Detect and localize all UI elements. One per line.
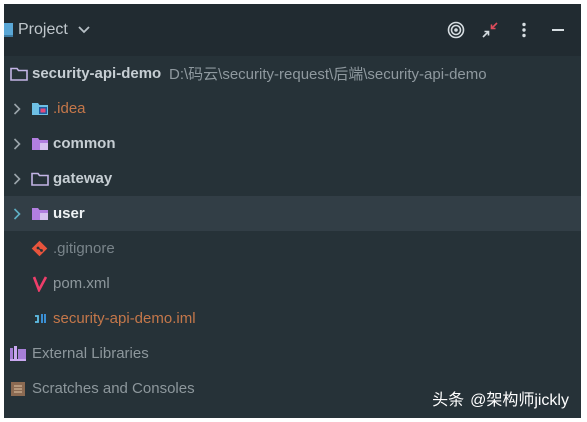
hide-window-button[interactable] (541, 13, 575, 47)
project-window-icon (4, 23, 13, 37)
tree-item-label: External Libraries (32, 345, 149, 362)
target-icon (447, 21, 465, 39)
chevron-down-icon (78, 26, 90, 34)
project-view-label: Project (18, 21, 68, 38)
chevron-right-icon (13, 103, 21, 115)
root-project-path: D:\码云\security-request\后端\security-api-d… (169, 66, 487, 83)
collapse-arrows-icon (482, 22, 498, 38)
tree-item-iml[interactable]: security-api-demo.iml (4, 301, 581, 336)
module-folder-icon (32, 138, 48, 150)
tree-item-gitignore[interactable]: .gitignore (4, 231, 581, 266)
project-tool-window: Project security-api-demo D:\码云\security… (4, 4, 581, 418)
idea-folder-icon (32, 103, 48, 115)
root-project-name: security-api-demo (32, 65, 162, 82)
chevron-right-icon (13, 208, 21, 220)
tree-item-label: gateway (53, 170, 113, 187)
chevron-right-icon (13, 173, 21, 185)
maven-icon (32, 276, 48, 292)
tree-item-label: user (53, 205, 85, 222)
tree-item-external-libraries[interactable]: External Libraries (4, 336, 581, 371)
watermark: 头条 @架构师jickly (432, 386, 569, 410)
options-menu-button[interactable] (507, 13, 541, 47)
tree-item-label: .gitignore (53, 240, 115, 257)
library-icon (10, 346, 26, 361)
scratches-icon (11, 382, 25, 396)
locate-file-button[interactable] (439, 13, 473, 47)
tree-item-user[interactable]: user (4, 196, 581, 231)
kebab-menu-icon (522, 22, 526, 38)
watermark-handle: @架构师jickly (470, 392, 569, 409)
git-icon (31, 240, 48, 257)
folder-icon (31, 172, 49, 186)
tree-item-label: common (53, 135, 116, 152)
tree-root-node[interactable]: security-api-demo D:\码云\security-request… (4, 56, 581, 91)
project-view-dropdown[interactable]: Project (4, 4, 90, 56)
chevron-right-icon (13, 138, 21, 150)
tree-item-idea[interactable]: .idea (4, 91, 581, 126)
collapse-all-button[interactable] (473, 13, 507, 47)
tree-item-label: Scratches and Consoles (32, 380, 195, 397)
toolbar-actions (439, 4, 575, 56)
module-folder-icon (32, 208, 48, 220)
tree-item-label: pom.xml (53, 275, 110, 292)
tree-item-pom[interactable]: pom.xml (4, 266, 581, 301)
folder-icon (10, 67, 28, 81)
tree-item-common[interactable]: common (4, 126, 581, 161)
project-toolbar: Project (4, 4, 581, 56)
tree-item-label: security-api-demo.iml (53, 310, 196, 327)
watermark-source: 头条 (432, 392, 465, 409)
tree-item-gateway[interactable]: gateway (4, 161, 581, 196)
minimize-icon (552, 29, 564, 31)
tree-item-label: .idea (53, 100, 86, 117)
iml-file-icon (33, 313, 47, 324)
